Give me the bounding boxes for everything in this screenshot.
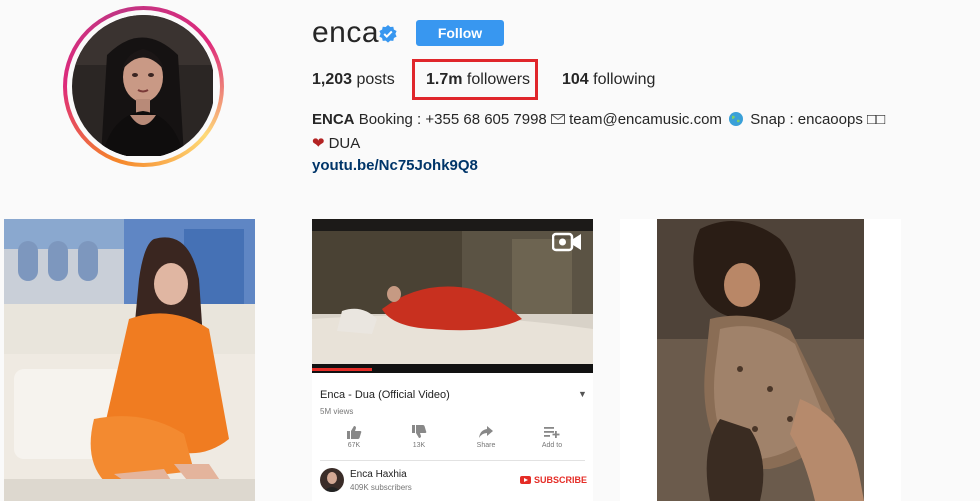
- youtube-dislike: 13K: [399, 425, 439, 449]
- youtube-like: 67K: [334, 425, 374, 449]
- bio-link[interactable]: youtu.be/Nc75Johk9Q8: [312, 157, 478, 174]
- following-number: 104: [562, 71, 589, 88]
- thumbs-down-icon: [412, 425, 427, 438]
- youtube-channel-name: Enca Haxhia: [350, 469, 407, 480]
- following-label: following: [593, 71, 656, 88]
- youtube-dislike-count: 13K: [412, 442, 426, 449]
- bio-name: ENCA: [312, 111, 355, 128]
- envelope-icon: [550, 114, 565, 124]
- youtube-play-icon: [520, 476, 531, 484]
- youtube-add-to: Add to: [532, 425, 572, 449]
- bio-snap: Snap : encaoops: [750, 111, 863, 128]
- posts-label: posts: [356, 71, 395, 88]
- followers-highlight-box: [412, 59, 538, 100]
- youtube-share: Share: [466, 425, 506, 449]
- post-tile-3[interactable]: [620, 219, 901, 501]
- bio-booking: Booking : +355 68 605 7998: [358, 111, 547, 128]
- youtube-divider: [320, 460, 585, 461]
- chevron-down-icon: ▼: [578, 389, 587, 399]
- youtube-add-to-label: Add to: [541, 442, 563, 449]
- avatar-photo: [72, 15, 215, 158]
- youtube-views: 5M views: [320, 407, 354, 416]
- posts-number: 1,203: [312, 71, 353, 88]
- posts-count: 1,203 posts: [312, 71, 395, 89]
- youtube-channel-avatar: [320, 468, 344, 492]
- profile-avatar[interactable]: [63, 6, 224, 167]
- post-tile-1[interactable]: [4, 219, 255, 501]
- youtube-subscribe-label: SUBSCRIBE: [534, 475, 588, 485]
- bio-dua: DUA: [328, 135, 361, 152]
- share-icon: [479, 426, 493, 438]
- post-tile-2[interactable]: Enca - Dua (Official Video) ▼ 5M views 6…: [312, 219, 593, 501]
- profile-username: enca: [312, 16, 380, 49]
- post-3-photo: [620, 219, 901, 501]
- youtube-share-label: Share: [476, 442, 496, 449]
- following-link[interactable]: 104 following: [562, 71, 655, 89]
- youtube-video-frame: [312, 219, 593, 373]
- post-1-photo: [4, 219, 255, 501]
- bio-line-1: ENCA Booking : +355 68 605 7998 team@enc…: [312, 111, 885, 128]
- youtube-video-title: Enca - Dua (Official Video): [320, 389, 450, 401]
- youtube-subscribe: SUBSCRIBE: [520, 475, 587, 485]
- video-camera-icon: [552, 232, 581, 252]
- follow-button[interactable]: Follow: [416, 20, 504, 46]
- youtube-like-count: 67K: [347, 442, 361, 449]
- youtube-subscriber-count: 409K subscribers: [350, 483, 412, 492]
- add-to-playlist-icon: [544, 427, 560, 438]
- heart-icon: ❤: [312, 135, 325, 152]
- verified-badge-icon: [379, 25, 397, 43]
- bio-line-2: ❤ DUA: [312, 134, 360, 152]
- bio-snap-emoji: □□: [867, 111, 886, 128]
- bio-email: team@encamusic.com: [569, 111, 722, 128]
- thumbs-up-icon: [347, 426, 362, 439]
- globe-emoji-icon: [729, 112, 744, 126]
